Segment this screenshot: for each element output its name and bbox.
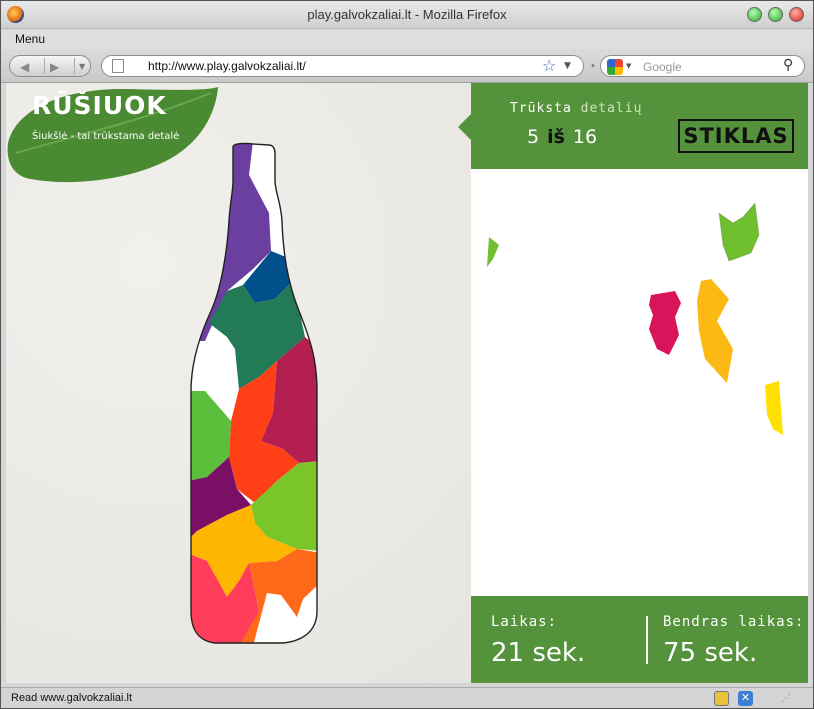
minimize-button[interactable] [747,7,762,22]
browser-window: play.galvokzaliai.lt - Mozilla Firefox M… [0,0,814,709]
puzzle-piece[interactable] [487,237,499,267]
url-dropdown-icon[interactable]: ▼ [564,61,571,71]
category-label: STIKLAS [683,124,789,148]
search-input[interactable]: Google [643,60,682,74]
remaining-pieces-area [487,201,783,435]
missing-pieces-box: Trūksta detalių 5 iš 16 STIKLAS [458,83,808,169]
page-icon [112,59,124,73]
navigation-toolbar: ◀ ▶ ▼ http://www.play.galvokzaliai.lt/ ☆… [1,51,813,83]
download-icon[interactable]: ✕ [738,691,753,706]
address-url[interactable]: http://www.play.galvokzaliai.lt/ [148,59,306,73]
resize-grip-icon[interactable]: ⋰ [781,693,791,704]
toolbar-separator: • [590,61,596,72]
search-bar[interactable]: ▼ Google ⚲ [600,55,805,77]
missing-count-value: 5 [527,126,540,148]
game-canvas: RŪŠIUOK Šiukšlė - tai trūkstama detalė [6,83,471,683]
status-bar: Read www.galvokzaliai.lt ✕ ⋰ [1,687,813,708]
status-text: Read www.galvokzaliai.lt [11,692,133,704]
back-arrow-icon[interactable]: ◀ [20,60,29,74]
panel-pointer [458,114,471,140]
page-content: RŪŠIUOK Šiukšlė - tai trūkstama detalė T… [6,83,808,683]
title-bar: play.galvokzaliai.lt - Mozilla Firefox [1,1,813,29]
puzzle-piece[interactable] [718,201,760,262]
missing-label-word2: detalių [580,101,643,116]
total-time-value: 75 sek. [663,638,758,668]
window-title: play.galvokzaliai.lt - Mozilla Firefox [307,7,507,22]
puzzle-piece[interactable] [765,381,783,435]
time-label: Laikas: [491,614,558,630]
engine-dropdown-icon[interactable]: ▼ [626,62,631,70]
bottle-piece [191,143,227,145]
missing-count: 5 iš 16 [527,126,597,148]
timer-box: Laikas: 21 sek. Bendras laikas: 75 sek. [471,596,808,683]
total-time-label: Bendras laikas: [663,614,805,630]
total-count-value: 16 [572,126,598,148]
nav-divider [44,58,45,74]
game-panel: Trūksta detalių 5 iš 16 STIKLAS Laikas: [458,83,808,683]
bottle-puzzle [190,142,318,644]
puzzle-piece[interactable] [649,291,681,355]
logo-title[interactable]: RŪŠIUOK [32,91,167,120]
time-value: 21 sek. [491,638,586,668]
google-engine-icon[interactable] [607,59,623,75]
history-dropdown-icon[interactable]: ▼ [79,62,85,71]
puzzle-piece[interactable] [697,279,733,383]
category-badge: STIKLAS [678,119,794,153]
missing-of: iš [547,126,565,148]
maximize-button[interactable] [768,7,783,22]
nav-divider [74,58,75,74]
address-bar[interactable]: http://www.play.galvokzaliai.lt/ ☆ ▼ [101,55,584,77]
bookmark-star-icon[interactable]: ☆ [542,56,556,75]
menu-button[interactable]: Menu [15,32,45,46]
missing-label: Trūksta detalių [510,101,642,116]
search-icon[interactable]: ⚲ [783,57,793,73]
logo-subtitle: Šiukšlė - tai trūkstama detalė [32,131,180,142]
nav-buttons: ◀ ▶ ▼ [9,55,91,77]
menu-bar: Menu [1,30,813,50]
forward-arrow-icon[interactable]: ▶ [50,60,59,74]
timer-divider [646,616,648,664]
addon-icon[interactable] [714,691,729,706]
close-button[interactable] [789,7,804,22]
missing-label-word1: Trūksta [510,101,572,116]
